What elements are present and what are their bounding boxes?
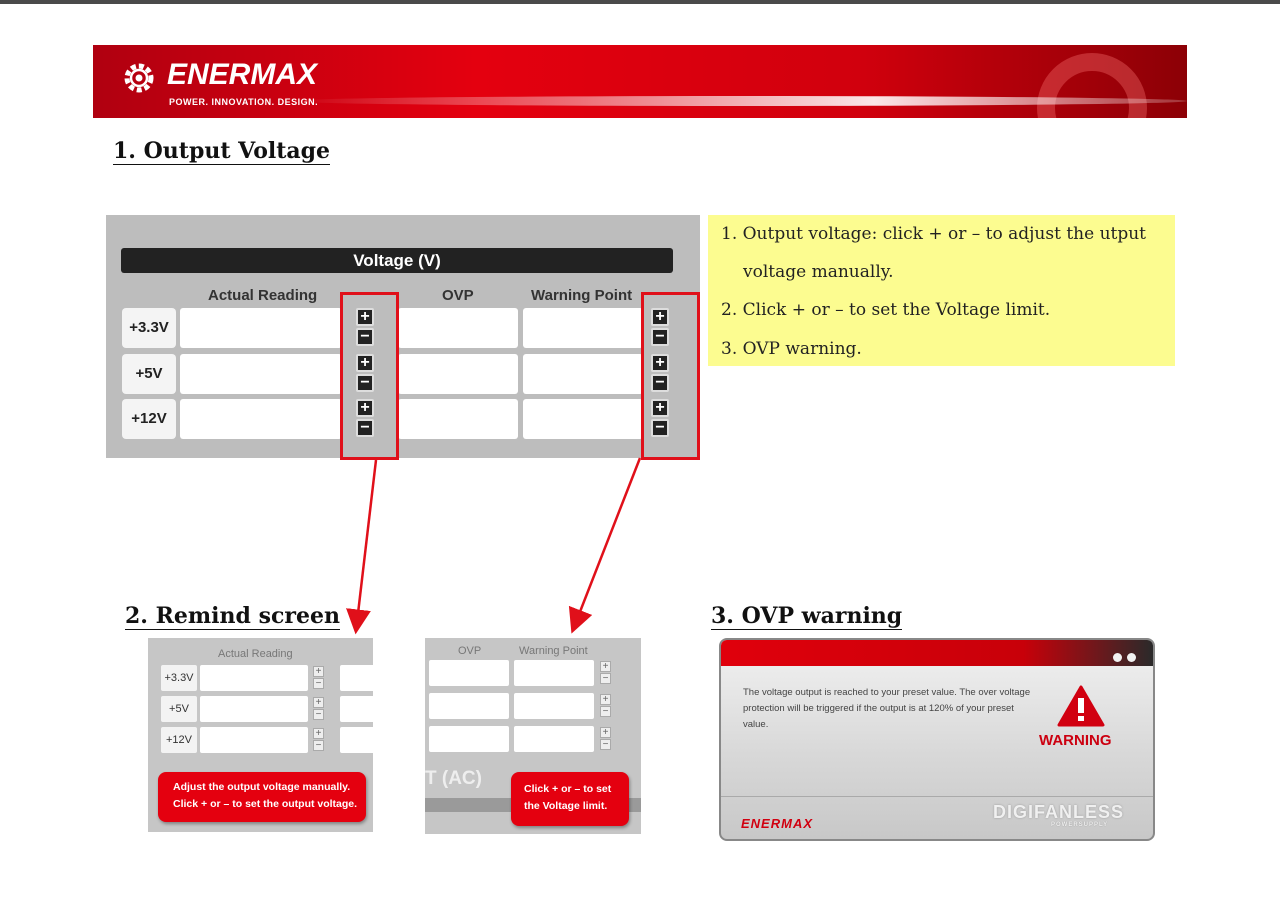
section-heading-ovp-warning: 3. OVP warning: [711, 603, 903, 630]
enermax-banner: ENERMAX POWER. INNOVATION. DESIGN.: [93, 45, 1187, 118]
small-field: [514, 693, 594, 719]
column-header-actual-reading: Actual Reading: [208, 287, 318, 304]
small-minus-icon[interactable]: −: [600, 673, 611, 684]
small-plus-icon[interactable]: +: [600, 661, 611, 672]
warning-point-field[interactable]: [523, 354, 643, 394]
small-field: [200, 727, 308, 753]
warning-label: WARNING: [1039, 732, 1112, 749]
highlight-box-output-adjust: [340, 292, 399, 460]
row-label-12v: +12V: [122, 399, 176, 439]
tooltip-line-1: Adjust the output voltage manually.: [173, 781, 351, 793]
small-plus-icon[interactable]: +: [313, 697, 324, 708]
tooltip-line-1: Click + or – to set: [524, 783, 612, 795]
ovp-field[interactable]: [398, 354, 518, 394]
voltage-panel-screenshot: Voltage (V) Actual Reading OVP Warning P…: [106, 215, 700, 458]
ovp-warning-window: The voltage output is reached to your pr…: [719, 638, 1155, 841]
small-field: [340, 727, 373, 753]
small-field: [340, 696, 373, 722]
ovp-product-sub: POWERSUPPLY: [1051, 822, 1109, 828]
tooltip-line-2: Click + or – to set the output voltage.: [173, 798, 358, 810]
small-minus-icon[interactable]: −: [313, 678, 324, 689]
small-field: [340, 665, 373, 691]
top-border: [0, 0, 1280, 4]
small-plus-icon[interactable]: +: [600, 694, 611, 705]
ovp-divider: [721, 796, 1153, 797]
tooltip-adjust-output: Adjust the output voltage manually. Clic…: [158, 772, 366, 822]
arrow-to-remind-right: [568, 457, 642, 634]
small-minus-icon[interactable]: −: [313, 709, 324, 720]
small-minus-icon[interactable]: −: [313, 740, 324, 751]
voltage-title-bar: Voltage (V): [121, 248, 673, 273]
small-header-actual-reading: Actual Reading: [218, 648, 293, 660]
warning-triangle-icon: [1057, 685, 1105, 727]
note-line-1-cont: voltage manually.: [743, 262, 894, 282]
small-minus-icon[interactable]: −: [600, 706, 611, 717]
column-header-warning-point: Warning Point: [531, 287, 633, 304]
actual-reading-field: [180, 399, 342, 439]
enermax-logo-text: ENERMAX: [167, 58, 318, 91]
ovp-brand-logo: ENERMAX: [741, 816, 814, 831]
ovp-product-logo: DIGIFANLESS: [993, 802, 1125, 822]
ovp-field[interactable]: [398, 399, 518, 439]
banner-light-stripe: [293, 96, 1187, 106]
highlight-box-limit-adjust: [641, 292, 700, 460]
actual-reading-field: [180, 308, 342, 348]
note-line-1: 1. Output voltage: click + or – to adjus…: [721, 224, 1147, 244]
remind-screen-limit: OVP Warning Point + − + − + − T (AC) Cli…: [425, 638, 641, 834]
section-heading-remind-screen: 2. Remind screen: [125, 603, 340, 630]
ovp-title-bar: [721, 640, 1153, 666]
ovp-field[interactable]: [398, 308, 518, 348]
small-header-warning-point: Warning Point: [519, 645, 588, 657]
small-header-ovp: OVP: [458, 645, 482, 657]
small-field: [514, 726, 594, 752]
warning-point-field[interactable]: [523, 308, 643, 348]
small-minus-icon[interactable]: −: [600, 739, 611, 750]
small-field: [200, 665, 308, 691]
small-plus-icon[interactable]: +: [600, 727, 611, 738]
close-icon[interactable]: [1127, 653, 1136, 662]
small-field: [429, 726, 509, 752]
small-plus-icon[interactable]: +: [313, 728, 324, 739]
small-field: [429, 693, 509, 719]
banner-tagline: POWER. INNOVATION. DESIGN.: [169, 97, 319, 107]
section-heading-output-voltage: 1. Output Voltage: [113, 138, 331, 165]
small-field: [429, 660, 509, 686]
note-line-2: 2. Click + or – to set the Voltage limit…: [721, 300, 1051, 320]
remind-screen-output: Actual Reading +3.3V + − +5V + − +12V + …: [148, 638, 373, 832]
note-line-3: 3. OVP warning.: [721, 339, 862, 359]
column-header-ovp: OVP: [442, 287, 474, 304]
banner-gear-watermark: [1037, 53, 1147, 118]
background-label: T (AC): [425, 768, 482, 789]
instructions-note: 1. Output voltage: click + or – to adjus…: [708, 215, 1175, 366]
actual-reading-field: [180, 354, 342, 394]
tooltip-line-2: the Voltage limit.: [524, 800, 608, 812]
small-row-label-5v: +5V: [161, 696, 197, 722]
minimize-icon[interactable]: [1113, 653, 1122, 662]
small-row-label-12v: +12V: [161, 727, 197, 753]
row-label-5v: +5V: [122, 354, 176, 394]
tooltip-set-limit: Click + or – to set the Voltage limit.: [511, 772, 629, 826]
small-plus-icon[interactable]: +: [313, 666, 324, 677]
arrow-to-remind-left: [346, 459, 378, 635]
ovp-message: The voltage output is reached to your pr…: [743, 687, 1031, 730]
enermax-gear-icon: [124, 63, 154, 93]
warning-point-field[interactable]: [523, 399, 643, 439]
small-field: [200, 696, 308, 722]
small-field: [514, 660, 594, 686]
small-row-label-3v3: +3.3V: [161, 665, 197, 691]
row-label-3v3: +3.3V: [122, 308, 176, 348]
